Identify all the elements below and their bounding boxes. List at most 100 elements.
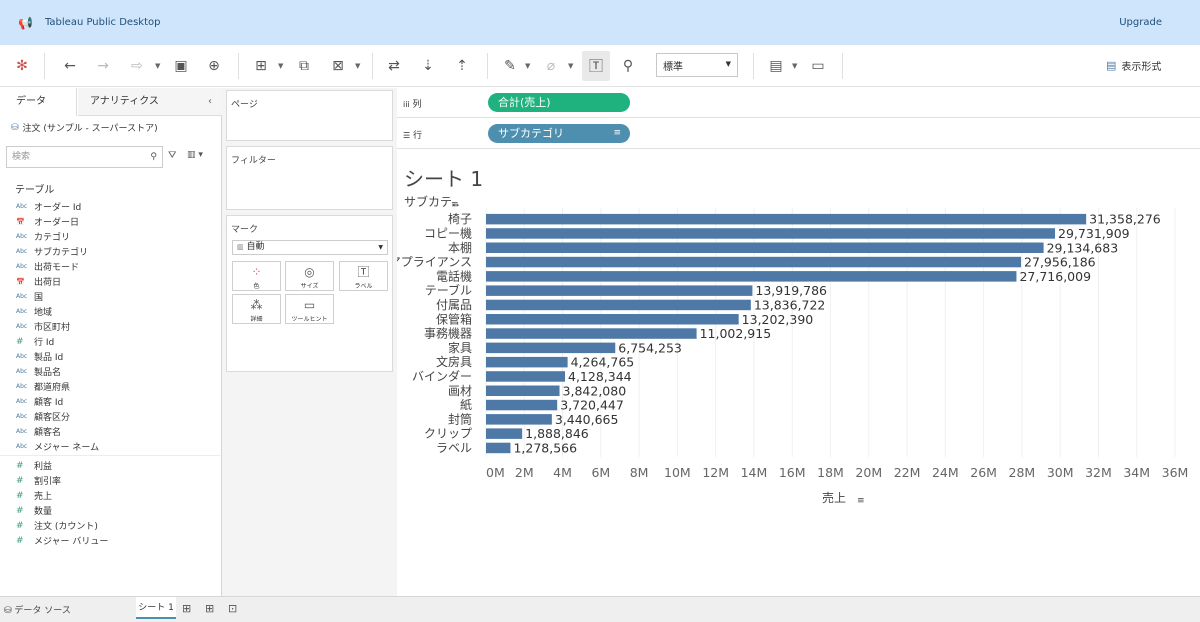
new-datasource-icon[interactable]: ⊕: [204, 55, 224, 77]
field-item[interactable]: Abc 出荷モード: [16, 259, 216, 274]
field-item[interactable]: Abc サブカテゴリ: [16, 244, 216, 259]
redo-icon[interactable]: →: [93, 55, 113, 77]
show-me-button[interactable]: ▤ 表示形式: [1106, 58, 1161, 73]
field-name: 利益: [34, 462, 53, 472]
field-item[interactable]: # 数量: [16, 503, 216, 518]
tab-analytics[interactable]: アナリティクス: [78, 88, 222, 116]
duplicate-sheet-icon[interactable]: ⧉: [294, 55, 314, 77]
search-input[interactable]: 検索 ⚲: [6, 146, 163, 168]
field-name: オーダー Id: [34, 203, 82, 213]
highlight-dropdown-icon[interactable]: ▼: [525, 55, 530, 77]
collapse-pane-icon[interactable]: ‹: [208, 96, 212, 107]
field-item[interactable]: Abc 市区町村: [16, 319, 216, 334]
field-item[interactable]: Abc カテゴリ: [16, 229, 216, 244]
replay-dropdown-icon[interactable]: ▼: [155, 55, 160, 77]
columns-shelf[interactable]: iii 列 合計(売上): [397, 88, 1200, 118]
field-item[interactable]: Abc 国: [16, 289, 216, 304]
field-item[interactable]: 📅 オーダー日: [16, 214, 216, 229]
sheet-tab[interactable]: シート 1: [136, 597, 176, 619]
undo-icon[interactable]: ←: [60, 55, 80, 77]
field-item[interactable]: Abc 顧客区分: [16, 409, 216, 424]
highlight-icon[interactable]: ✎: [500, 55, 520, 77]
category-label: テーブル: [425, 283, 472, 298]
field-item[interactable]: 📅 出荷日: [16, 274, 216, 289]
detail-button[interactable]: ⁂ 詳細: [232, 294, 281, 324]
field-item[interactable]: # 利益: [16, 458, 216, 473]
rows-pill[interactable]: サブカテゴリ ≡: [488, 124, 630, 143]
text-type-icon: Abc: [16, 293, 28, 300]
toolbar-separator: [44, 53, 45, 79]
show-mark-labels-icon[interactable]: 🅃: [582, 51, 610, 81]
color-button[interactable]: ⁘ 色: [232, 261, 281, 291]
upgrade-link[interactable]: Upgrade: [1119, 17, 1162, 28]
new-worksheet-dropdown-icon[interactable]: ▼: [278, 55, 283, 77]
tab-data[interactable]: データ: [0, 88, 77, 116]
rows-shelf[interactable]: ☰ 行 サブカテゴリ ≡: [397, 119, 1200, 149]
bar-chart: サブカテ..≡椅子 31,358,276コピー機 29,731,909本棚 29,13…: [397, 194, 1189, 506]
swap-rows-columns-icon[interactable]: ⇄: [384, 55, 404, 77]
datasource-item[interactable]: ⛁ 注文 (サンプル - スーパーストア): [11, 121, 158, 135]
x-tick-label: 20M: [855, 465, 882, 480]
color-label: 色: [253, 283, 260, 290]
fit-select[interactable]: 標準 ▼: [656, 53, 738, 77]
field-item[interactable]: # 注文 (カウント): [16, 518, 216, 533]
field-name: 顧客 Id: [34, 398, 64, 408]
replay-icon[interactable]: ⇨: [127, 55, 147, 77]
x-tick-label: 4M: [553, 465, 572, 480]
view-options-icon[interactable]: ▥ ▾: [187, 150, 203, 160]
bar: [486, 342, 616, 354]
field-item[interactable]: # 行 Id: [16, 334, 216, 349]
field-item[interactable]: Abc 都道府県: [16, 379, 216, 394]
field-item[interactable]: # 売上: [16, 488, 216, 503]
show-cards-icon[interactable]: ▤: [766, 55, 786, 77]
text-type-icon: Abc: [16, 353, 28, 360]
sort-ascending-icon[interactable]: ⇣: [418, 55, 438, 77]
megaphone-icon[interactable]: 📢: [18, 16, 33, 30]
presentation-mode-icon[interactable]: ▭: [808, 55, 828, 77]
filters-card[interactable]: フィルター: [226, 146, 393, 210]
columns-pill[interactable]: 合計(売上): [488, 93, 630, 112]
x-tick-label: 22M: [894, 465, 921, 480]
label-icon: 🅃: [357, 265, 370, 279]
new-worksheet-icon[interactable]: ⊞: [251, 55, 271, 77]
field-item[interactable]: Abc 顧客 Id: [16, 394, 216, 409]
field-item[interactable]: Abc 顧客名: [16, 424, 216, 439]
field-list: Abc オーダー Id 📅 オーダー日 Abc カテゴリ Abc サブカテゴリ Abc 出荷モード…: [0, 199, 220, 548]
filter-icon[interactable]: ⛛: [168, 150, 176, 161]
field-item[interactable]: Abc 地域: [16, 304, 216, 319]
field-item[interactable]: # メジャー バリュー: [16, 533, 216, 548]
datasource-tab[interactable]: ⛁ データ ソース: [4, 603, 71, 616]
new-dashboard-icon[interactable]: ⊞: [205, 602, 214, 615]
x-tick-label: 30M: [1047, 465, 1074, 480]
sort-descending-icon[interactable]: ⇡: [452, 55, 472, 77]
x-tick-label: 16M: [779, 465, 806, 480]
field-item[interactable]: Abc メジャー ネーム: [16, 439, 216, 454]
tableau-logo-icon[interactable]: ✻: [12, 55, 32, 77]
field-item[interactable]: # 割引率: [16, 473, 216, 488]
data-label: 4,128,344: [568, 369, 632, 384]
bar: [486, 428, 523, 439]
group-dropdown-icon[interactable]: ▼: [568, 55, 573, 77]
field-item[interactable]: Abc 製品名: [16, 364, 216, 379]
field-name: 数量: [34, 507, 53, 517]
mark-type-select[interactable]: ▥ 自動 ▼: [232, 240, 388, 255]
show-cards-dropdown-icon[interactable]: ▼: [792, 55, 797, 77]
clear-sheet-icon[interactable]: ⊠: [328, 55, 348, 77]
new-story-icon[interactable]: ⊡: [228, 602, 237, 615]
x-tick-label: 36M: [1162, 465, 1189, 480]
text-type-icon: Abc: [16, 383, 28, 390]
fit-select-value: 標準: [663, 61, 683, 73]
number-icon: #: [16, 475, 24, 486]
field-item[interactable]: Abc オーダー Id: [16, 199, 216, 214]
group-members-icon[interactable]: ⌀: [541, 55, 561, 77]
size-button[interactable]: ◎ サイズ: [285, 261, 334, 291]
tooltip-button[interactable]: ▭ ツールヒント: [285, 294, 334, 324]
pages-card[interactable]: ページ: [226, 90, 393, 141]
label-button[interactable]: 🅃 ラベル: [339, 261, 388, 291]
text-type-icon: Abc: [16, 368, 28, 375]
field-item[interactable]: Abc 製品 Id: [16, 349, 216, 364]
fix-axes-icon[interactable]: ⚲: [618, 55, 638, 77]
clear-sheet-dropdown-icon[interactable]: ▼: [355, 55, 360, 77]
save-icon[interactable]: ▣: [171, 55, 191, 77]
new-worksheet-icon[interactable]: ⊞: [182, 602, 191, 615]
